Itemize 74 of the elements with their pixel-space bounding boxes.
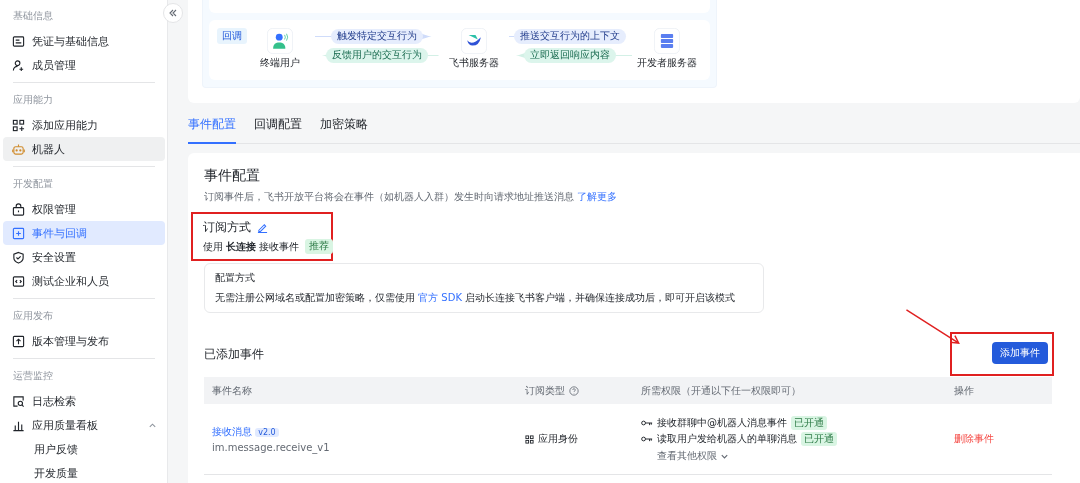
bird-logo-icon — [460, 28, 487, 54]
more-permissions-link[interactable]: 查看其他权限 — [657, 449, 729, 463]
column-header: 操作 — [954, 383, 974, 398]
subscription-title: 订阅方式 — [203, 219, 251, 236]
permission-label: 接收群聊中@机器人消息事件 — [657, 416, 787, 430]
person-add-icon — [12, 58, 25, 72]
sidebar-item[interactable]: 日志检索 — [3, 389, 165, 413]
sidebar-item[interactable]: 版本管理与发布 — [3, 329, 165, 353]
section-description: 订阅事件后，飞书开放平台将会在事件（如机器人入群）发生时向请求地址推送消息 了解更多 — [204, 190, 619, 204]
tab[interactable]: 加密策略 — [320, 116, 368, 144]
column-header: 所需权限（开通以下任一权限即可） — [641, 383, 801, 398]
user-icon — [267, 28, 293, 54]
document-search-icon — [12, 394, 25, 408]
sidebar-item[interactable]: 权限管理 — [3, 197, 165, 221]
edit-icon[interactable] — [257, 222, 268, 233]
grid-icon — [525, 434, 534, 444]
version-tag: v2.0 — [255, 428, 279, 437]
sdk-link[interactable]: 官方 SDK — [418, 292, 462, 303]
lock-icon — [12, 202, 25, 216]
event-code: im.message.receive_v1 — [212, 442, 331, 453]
key-icon — [641, 419, 653, 427]
sidebar-item[interactable]: 成员管理 — [3, 53, 165, 77]
card-icon — [12, 34, 25, 48]
add-event-button[interactable]: 添加事件 — [992, 342, 1048, 364]
double-chevron-icon — [168, 8, 178, 18]
section-title: 应用发布 — [12, 309, 54, 323]
help-icon[interactable] — [569, 385, 579, 396]
flow-label: 触发特定交互行为 — [330, 29, 423, 44]
upload-icon — [12, 334, 25, 348]
section-title: 基础信息 — [12, 9, 54, 23]
delete-event-link[interactable]: 删除事件 — [954, 433, 994, 444]
flow-label: 立即返回响应内容 — [524, 48, 617, 63]
tab[interactable]: 事件配置 — [188, 116, 236, 144]
status-tag: 已开通 — [801, 432, 837, 446]
sidebar-item[interactable]: 安全设置 — [3, 245, 165, 269]
grid-icon — [12, 118, 25, 132]
sidebar-subitem[interactable]: 开发质量 — [3, 461, 165, 483]
config-description: 无需注册公网域名或配置加密策略，仅需使用 官方 SDK 启动长连接飞书客户端，并确保连接成功后，即可开启该模式 — [215, 291, 737, 305]
recommend-tag: 推荐 — [305, 239, 334, 254]
subscription-mode: 使用 长连接 接收事件 — [203, 239, 300, 254]
section-title: 开发配置 — [12, 177, 54, 191]
server-icon — [654, 28, 680, 54]
config-title: 配置方式 — [215, 271, 256, 285]
column-header: 订阅类型 — [525, 383, 565, 398]
event-name-link[interactable]: 接收消息 — [212, 426, 252, 437]
sidebar-item[interactable]: 机器人 — [3, 137, 165, 161]
flow-label: 推送交互行为的上下文 — [514, 29, 627, 44]
sidebar-subitem[interactable]: 用户反馈 — [3, 437, 165, 461]
section-title: 事件配置 — [204, 167, 261, 185]
flow-label: 反馈用户的交互行为 — [325, 48, 428, 63]
permission-label: 读取用户发给机器人的单聊消息 — [657, 432, 797, 446]
sidebar-item[interactable]: 测试企业和人员 — [3, 269, 165, 293]
subscription-type: 应用身份 — [538, 432, 578, 446]
sidebar-item[interactable]: 应用质量看板 — [3, 413, 165, 437]
tab[interactable]: 回调配置 — [254, 116, 302, 144]
code-icon — [12, 274, 25, 288]
collapse-button[interactable] — [163, 3, 183, 23]
node-label: 飞书服务器 — [448, 57, 499, 70]
column-header: 事件名称 — [212, 383, 252, 398]
key-icon — [641, 435, 653, 443]
robot-icon — [12, 142, 25, 156]
node-label: 开发者服务器 — [637, 57, 697, 70]
sidebar-item[interactable]: 凭证与基础信息 — [3, 29, 165, 53]
learn-more-link[interactable]: 了解更多 — [577, 191, 618, 202]
plus-box-icon — [12, 226, 25, 240]
status-tag: 已开通 — [791, 416, 827, 430]
flow-tag: 回调 — [217, 28, 247, 44]
section-title: 应用能力 — [12, 93, 54, 107]
shield-icon — [12, 250, 25, 264]
section-title: 运营监控 — [12, 369, 54, 383]
node-label: 终端用户 — [260, 57, 300, 70]
sidebar-item[interactable]: 事件与回调 — [3, 221, 165, 245]
events-title: 已添加事件 — [204, 345, 264, 363]
sidebar-item[interactable]: 添加应用能力 — [3, 113, 165, 137]
